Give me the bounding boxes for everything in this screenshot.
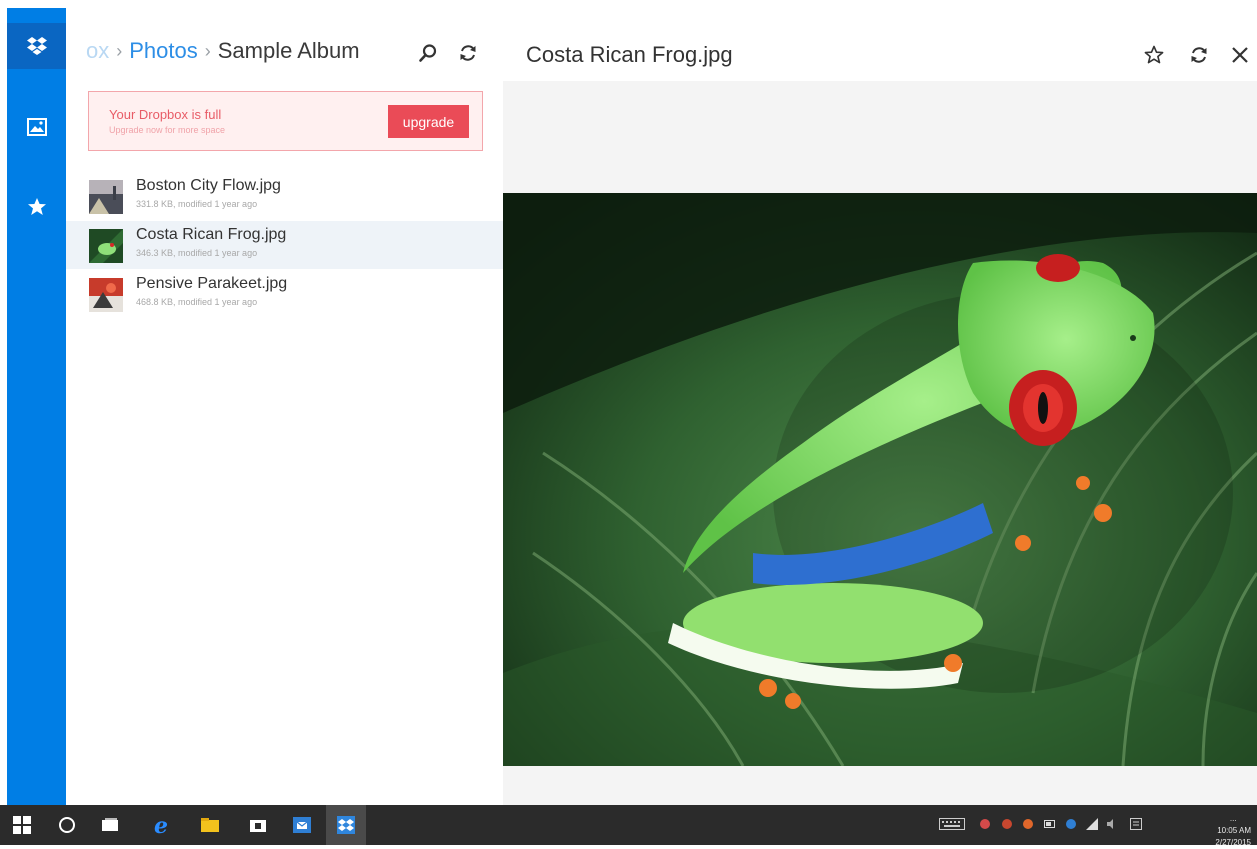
battery-icon[interactable] xyxy=(1043,817,1057,831)
thumbnail-parakeet xyxy=(89,278,123,312)
taskbar: e ... 10:05 AM 2/27/2015 xyxy=(0,805,1257,847)
nav-photos[interactable] xyxy=(7,104,66,150)
dropbox-icon xyxy=(26,37,47,55)
viewer-sync-button[interactable] xyxy=(1188,44,1210,66)
internet-explorer-icon: e xyxy=(154,814,168,836)
tray-app-icon[interactable] xyxy=(1000,817,1014,831)
photos-icon xyxy=(26,118,47,136)
svg-text:e: e xyxy=(154,814,168,836)
keyboard-icon[interactable] xyxy=(938,817,966,831)
list-item[interactable]: Boston City Flow.jpg 331.8 KB, modified … xyxy=(66,172,503,220)
close-button[interactable] xyxy=(1229,44,1251,66)
file-meta: 331.8 KB, modified 1 year ago xyxy=(136,199,258,209)
breadcrumb-current: Sample Album xyxy=(217,38,360,63)
file-list-pane: ox › Photos › Sample Album Your Dropbox … xyxy=(66,8,503,805)
viewer-title: Costa Rican Frog.jpg xyxy=(526,42,733,67)
taskbar-mail[interactable] xyxy=(284,805,320,845)
file-name: Costa Rican Frog.jpg xyxy=(136,226,287,243)
close-icon xyxy=(1232,47,1248,63)
task-view-button[interactable] xyxy=(92,805,128,845)
dropbox-icon xyxy=(337,816,355,834)
breadcrumb-separator: › xyxy=(204,40,211,61)
cortana-button[interactable] xyxy=(48,805,86,845)
volume-icon[interactable] xyxy=(1105,817,1119,831)
photo-viewer: Costa Rican Frog.jpg xyxy=(503,8,1257,805)
sync-icon xyxy=(460,45,476,61)
folder-icon xyxy=(201,818,219,832)
clock-time: 10:05 AM xyxy=(1217,826,1251,835)
start-button[interactable] xyxy=(0,805,44,845)
banner-subtitle: Upgrade now for more space xyxy=(109,125,226,135)
sync-icon xyxy=(1191,47,1207,63)
frog-photo xyxy=(503,193,1257,766)
viewer-header: Costa Rican Frog.jpg xyxy=(503,8,1257,81)
file-meta: 346.3 KB, modified 1 year ago xyxy=(136,248,258,258)
breadcrumb-root[interactable]: ox xyxy=(86,38,109,64)
taskbar-store[interactable] xyxy=(240,805,276,845)
banner-title: Your Dropbox is full xyxy=(109,107,222,122)
windows-start-icon xyxy=(13,816,31,834)
search-icon xyxy=(419,44,437,62)
tray-overflow[interactable]: ... xyxy=(1215,813,1251,825)
tray-app-icon[interactable] xyxy=(978,817,992,831)
thumbnail-frog xyxy=(89,229,123,263)
photo-image xyxy=(503,193,1257,766)
storage-full-banner: Your Dropbox is full Upgrade now for mor… xyxy=(88,91,483,151)
taskbar-dropbox[interactable] xyxy=(326,805,366,845)
breadcrumb: ox › Photos › Sample Album xyxy=(86,38,360,64)
taskbar-file-explorer[interactable] xyxy=(192,805,228,845)
taskbar-ie[interactable]: e xyxy=(144,805,180,845)
mail-icon xyxy=(293,817,311,833)
nav-dropbox[interactable] xyxy=(7,23,66,69)
list-item[interactable]: Pensive Parakeet.jpg 468.8 KB, modified … xyxy=(66,270,503,318)
top-gap xyxy=(0,0,1257,8)
search-button[interactable] xyxy=(416,41,440,65)
breadcrumb-photos[interactable]: Photos xyxy=(129,38,198,64)
star-outline-icon xyxy=(1144,45,1164,64)
file-meta: 468.8 KB, modified 1 year ago xyxy=(136,297,258,307)
sync-button[interactable] xyxy=(456,41,480,65)
list-item[interactable]: Costa Rican Frog.jpg 346.3 KB, modified … xyxy=(66,221,503,269)
breadcrumb-separator: › xyxy=(116,40,123,61)
file-name: Pensive Parakeet.jpg xyxy=(136,275,288,292)
file-name: Boston City Flow.jpg xyxy=(136,177,281,194)
thumbnail-boston xyxy=(89,180,123,214)
task-view-icon xyxy=(102,818,118,831)
cortana-circle-icon xyxy=(59,817,75,833)
tray-app-icon[interactable] xyxy=(1021,817,1035,831)
bluetooth-icon[interactable] xyxy=(1064,817,1078,831)
nav-rail xyxy=(7,8,66,805)
network-icon[interactable] xyxy=(1085,817,1099,831)
clock-date: 2/27/2015 xyxy=(1215,838,1251,847)
action-center-icon[interactable] xyxy=(1129,817,1143,831)
system-clock[interactable]: ... 10:05 AM 2/27/2015 xyxy=(1215,813,1251,849)
store-icon xyxy=(250,820,266,832)
favorite-button[interactable] xyxy=(1143,44,1165,66)
nav-favorites[interactable] xyxy=(7,184,66,230)
upgrade-button[interactable]: upgrade xyxy=(388,105,469,138)
favorites-star-icon xyxy=(27,198,46,215)
